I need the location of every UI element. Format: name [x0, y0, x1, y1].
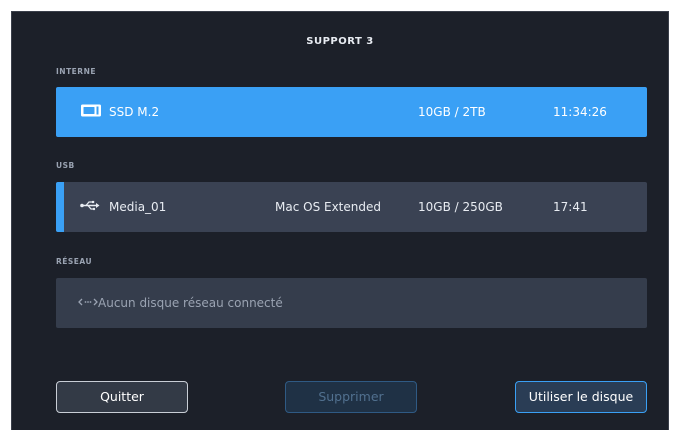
selection-accent: [56, 182, 64, 232]
network-status-text: Aucun disque réseau connecté: [98, 296, 283, 310]
drive-format: Mac OS Extended: [275, 200, 381, 214]
section-label-network: RÉSEAU: [56, 257, 93, 266]
section-label-usb: USB: [56, 161, 75, 170]
quit-button[interactable]: Quitter: [56, 381, 188, 413]
use-disk-button[interactable]: Utiliser le disque: [515, 381, 647, 413]
drive-capacity: 10GB / 2TB: [418, 105, 486, 119]
ssd-icon: [80, 104, 102, 121]
usb-icon: [80, 200, 100, 215]
delete-button[interactable]: Supprimer: [285, 381, 417, 413]
drive-row-usb[interactable]: Media_01 Mac OS Extended 10GB / 250GB 17…: [56, 182, 647, 232]
drive-time: 11:34:26: [553, 105, 607, 119]
drive-row-internal[interactable]: SSD M.2 10GB / 2TB 11:34:26: [56, 87, 647, 137]
storage-dialog: SUPPORT 3 INTERNE SSD M.2 10GB / 2TB 11:…: [11, 11, 669, 430]
drive-name: Media_01: [109, 200, 167, 214]
drive-name: SSD M.2: [109, 105, 160, 119]
drive-capacity: 10GB / 250GB: [418, 200, 503, 214]
drive-row-network: Aucun disque réseau connecté: [56, 278, 647, 328]
section-label-internal: INTERNE: [56, 67, 96, 76]
network-icon: [78, 296, 98, 310]
dialog-title: SUPPORT 3: [306, 36, 374, 47]
drive-time: 17:41: [553, 200, 588, 214]
